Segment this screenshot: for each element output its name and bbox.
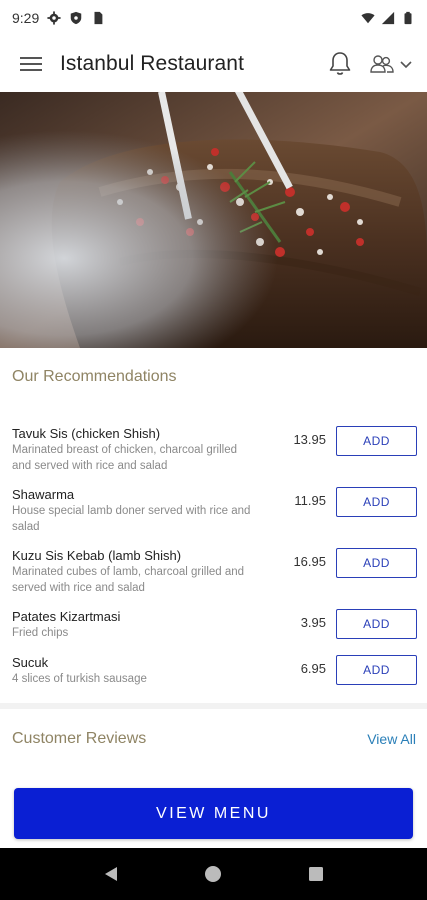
- account-switcher[interactable]: [369, 53, 413, 75]
- status-left: 9:29: [12, 10, 105, 26]
- sim-card-icon: [94, 11, 103, 25]
- gear-icon: [47, 11, 61, 25]
- status-right: [361, 11, 415, 25]
- page-title: Istanbul Restaurant: [60, 52, 245, 75]
- reviews-title: Customer Reviews: [12, 730, 147, 747]
- list-item: Patates Kizartmasi Fried chips 3.95 ADD: [0, 609, 427, 641]
- add-button[interactable]: ADD: [336, 426, 417, 456]
- recents-square-icon: [308, 867, 323, 881]
- hero-image: [0, 92, 427, 348]
- view-menu-button[interactable]: VIEW MENU: [14, 788, 413, 839]
- item-description: Marinated breast of chicken, charcoal gr…: [12, 444, 238, 456]
- user-group-icon: [370, 55, 394, 73]
- back-button[interactable]: [97, 860, 125, 888]
- bell-icon: [329, 52, 351, 75]
- item-price: 3.95: [300, 615, 326, 630]
- add-button[interactable]: ADD: [336, 548, 417, 578]
- recommendations-title: Our Recommendations: [12, 368, 177, 385]
- item-price: 11.95: [294, 493, 326, 508]
- item-price: 16.95: [293, 554, 326, 569]
- list-item: Shawarma House special lamb doner served…: [0, 487, 427, 535]
- wifi-icon: [361, 13, 375, 24]
- item-description: House special lamb doner served with ric…: [12, 505, 251, 517]
- add-button[interactable]: ADD: [336, 487, 417, 517]
- view-all-link[interactable]: View All: [367, 731, 416, 747]
- back-triangle-icon: [105, 867, 118, 881]
- status-time: 9:29: [12, 10, 40, 26]
- signal-icon: [381, 11, 395, 25]
- battery-icon: [404, 11, 412, 25]
- grilled-meat-photo: [0, 92, 427, 348]
- item-description: salad: [12, 521, 40, 533]
- add-button[interactable]: ADD: [336, 609, 417, 639]
- menu-button[interactable]: [14, 47, 48, 81]
- app-bar: Istanbul Restaurant: [0, 36, 427, 92]
- list-item: Sucuk 4 slices of turkish sausage 6.95 A…: [0, 655, 427, 687]
- home-circle-icon: [205, 866, 222, 882]
- add-button[interactable]: ADD: [336, 655, 417, 685]
- shield-icon: [71, 11, 82, 25]
- recents-button[interactable]: [302, 860, 330, 888]
- list-item: Kuzu Sis Kebab (lamb Shish) Marinated cu…: [0, 548, 427, 596]
- home-button[interactable]: [199, 860, 227, 888]
- list-item: Tavuk Sis (chicken Shish) Marinated brea…: [0, 426, 427, 474]
- item-description: Fried chips: [12, 627, 69, 639]
- status-bar: 9:29: [0, 0, 427, 36]
- notifications-button[interactable]: [323, 47, 357, 81]
- item-description: and served with rice and salad: [12, 460, 168, 472]
- system-nav-bar: [0, 848, 427, 900]
- item-description: 4 slices of turkish sausage: [12, 673, 147, 685]
- chevron-down-icon: [400, 61, 412, 69]
- item-description: Marinated cubes of lamb, charcoal grille…: [12, 566, 245, 578]
- item-price: 6.95: [300, 661, 326, 676]
- section-divider: [0, 703, 427, 709]
- hamburger-menu-icon: [20, 57, 42, 71]
- item-price: 13.95: [293, 432, 326, 447]
- item-description: served with rice and salad: [12, 582, 145, 594]
